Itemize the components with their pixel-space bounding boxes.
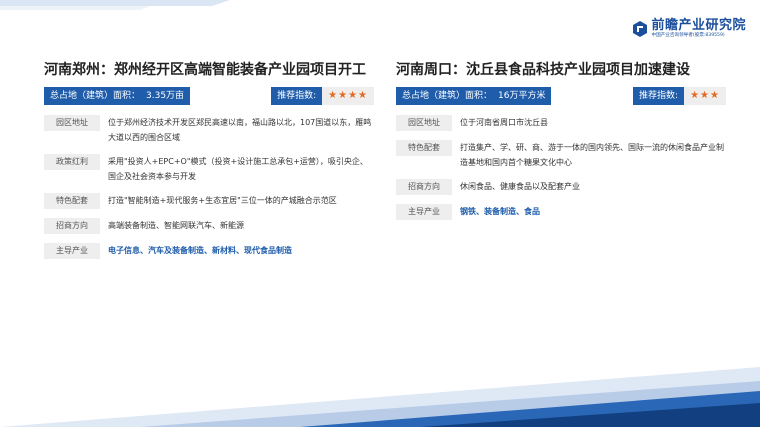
info-row: 园区地址 位于郑州经济技术开发区郑民高速以南，福山路以北，107国道以东，雁鸣大… — [44, 115, 374, 145]
info-row: 园区地址 位于河南省周口市沈丘县 — [396, 115, 726, 131]
row-value: 休闲食品、健康食品以及配套产业 — [460, 182, 580, 191]
brand-logo: 前瞻产业研究院 中国产业咨询领导者(股票:839559) — [632, 19, 746, 39]
info-row: 特色配套 打造集产、学、研、商、游于一体的国内领先、国际一流的休闲食品产业制造基… — [396, 140, 726, 170]
row-value-highlight: 电子信息、汽车及装备制造、新材料、现代食品制造 — [108, 246, 292, 255]
area-label: 总占地（建筑）面积： — [44, 87, 141, 105]
row-tag: 主导产业 — [44, 243, 100, 259]
rating-label: 推荐指数: — [271, 87, 323, 105]
area-label: 总占地（建筑）面积： — [396, 87, 493, 105]
project-card-zhoukou: 河南周口：沈丘县食品科技产业园项目加速建设 总占地（建筑）面积： 16万平方米 … — [396, 60, 726, 229]
area-value: 3.35万亩 — [140, 87, 191, 105]
row-value: 高端装备制造、智能网联汽车、新能源 — [108, 221, 244, 230]
info-row: 特色配套 打造"智能制造+现代服务+生态宜居"三位一体的产城融合示范区 — [44, 193, 374, 209]
rating-stars-icon: ★★★ — [684, 87, 726, 105]
brand-subtitle: 中国产业咨询领导者(股票:839559) — [651, 33, 725, 38]
project-meta-bar: 总占地（建筑）面积： 16万平方米 推荐指数: ★★★ — [396, 87, 726, 105]
brand-name: 前瞻产业研究院 — [651, 18, 746, 33]
row-value: 位于河南省周口市沈丘县 — [460, 118, 548, 127]
row-tag: 园区地址 — [44, 115, 100, 131]
info-row: 招商方向 休闲食品、健康食品以及配套产业 — [396, 179, 726, 195]
row-tag: 招商方向 — [396, 179, 452, 195]
row-value: 位于郑州经济技术开发区郑民高速以南，福山路以北，107国道以东，雁鸣大道以西的围… — [108, 118, 372, 142]
row-tag: 主导产业 — [396, 204, 452, 220]
info-row: 招商方向 高端装备制造、智能网联汽车、新能源 — [44, 218, 374, 234]
row-value: 打造集产、学、研、商、游于一体的国内领先、国际一流的休闲食品产业制造基地和国内首… — [460, 143, 724, 167]
bottom-wave-decoration — [0, 367, 760, 427]
top-left-decoration — [0, 0, 230, 10]
row-tag: 特色配套 — [396, 140, 452, 156]
area-value: 16万平方米 — [492, 87, 552, 105]
meta-spacer — [190, 87, 272, 105]
row-tag: 招商方向 — [44, 218, 100, 234]
row-value: 打造"智能制造+现代服务+生态宜居"三位一体的产城融合示范区 — [108, 196, 337, 205]
row-tag: 特色配套 — [44, 193, 100, 209]
project-title: 河南郑州：郑州经开区高端智能装备产业园项目开工 — [44, 62, 366, 78]
rating-stars-icon: ★★★★ — [322, 87, 374, 105]
row-tag: 园区地址 — [396, 115, 452, 131]
row-value: 采用"投资人+EPC+O"模式（投资+设计施工总承包+运营），吸引央企、国企及社… — [108, 157, 368, 181]
brand-mark-icon — [633, 21, 648, 37]
project-meta-bar: 总占地（建筑）面积： 3.35万亩 推荐指数: ★★★★ — [44, 87, 374, 105]
row-value-highlight: 钢铁、装备制造、食品 — [460, 207, 540, 216]
rating-label: 推荐指数: — [633, 87, 685, 105]
meta-spacer — [551, 87, 634, 105]
info-row: 主导产业 电子信息、汽车及装备制造、新材料、现代食品制造 — [44, 243, 374, 259]
project-card-zhengzhou: 河南郑州：郑州经开区高端智能装备产业园项目开工 总占地（建筑）面积： 3.35万… — [44, 60, 374, 268]
info-row: 主导产业 钢铁、装备制造、食品 — [396, 204, 726, 220]
row-tag: 政策红利 — [44, 154, 100, 170]
info-row: 政策红利 采用"投资人+EPC+O"模式（投资+设计施工总承包+运营），吸引央企… — [44, 154, 374, 184]
project-title: 河南周口：沈丘县食品科技产业园项目加速建设 — [396, 62, 690, 78]
